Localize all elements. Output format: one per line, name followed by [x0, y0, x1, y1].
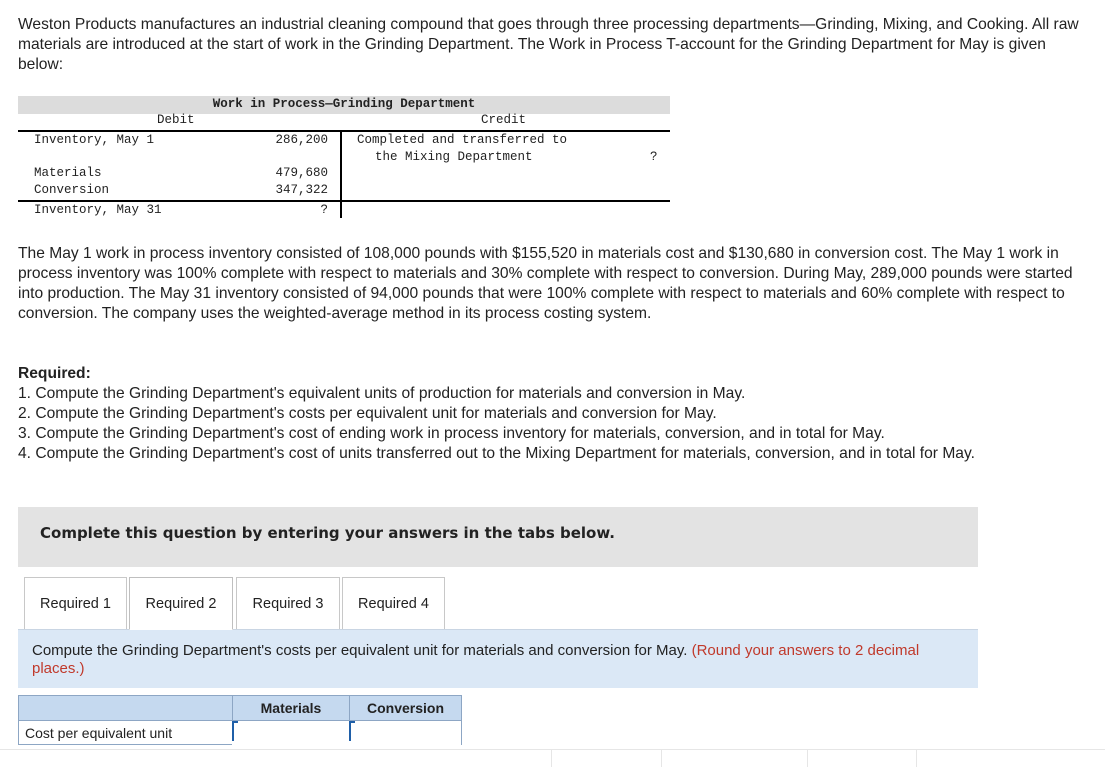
materials-cost-input[interactable] [234, 723, 349, 743]
panel-question: Compute the Grinding Department's costs … [32, 642, 688, 659]
debit-row-value: 479,680 [275, 166, 328, 180]
panel-instructions: Compute the Grinding Department's costs … [32, 642, 972, 678]
required-item: 3. Compute the Grinding Department's cos… [18, 425, 885, 442]
credit-value: ? [650, 150, 658, 164]
t-account-title: Work in Process—Grinding Department [212, 97, 476, 111]
cost-per-equivalent-unit-label: Cost per equivalent unit [18, 721, 233, 745]
materials-column-header: Materials [232, 695, 350, 721]
debit-row-value: 347,322 [275, 183, 328, 197]
description-paragraph: The May 1 work in process inventory cons… [18, 245, 1073, 322]
t-account-top-rule [18, 130, 670, 132]
instruction-text: Complete this question by entering your … [40, 524, 615, 542]
required-heading: Required: [18, 365, 91, 382]
debit-row-label: Conversion [34, 183, 110, 197]
debit-row-label: Inventory, May 1 [34, 133, 155, 147]
required-section: Required: 1. Compute the Grinding Depart… [18, 364, 1083, 464]
instruction-box: Complete this question by entering your … [18, 507, 978, 567]
tab-required-1[interactable]: Required 1 [24, 577, 127, 629]
materials-input-cell [232, 721, 350, 745]
t-account-balance-rule [18, 200, 670, 202]
bottom-divider [551, 750, 552, 767]
bottom-divider [916, 750, 917, 767]
bottom-divider [0, 749, 1105, 750]
intro-paragraph: Weston Products manufactures an industri… [18, 16, 1079, 73]
debit-row-value: 286,200 [275, 133, 328, 147]
debit-row-label: Materials [34, 166, 102, 180]
debit-row-value: ? [320, 203, 328, 217]
tab-required-4[interactable]: Required 4 [342, 577, 445, 629]
required-item: 4. Compute the Grinding Department's cos… [18, 445, 975, 462]
tab-panel: Compute the Grinding Department's costs … [18, 629, 978, 688]
t-account: Work in Process—Grinding Department Debi… [18, 96, 670, 220]
bottom-divider [807, 750, 808, 767]
credit-description-line2: the Mixing Department [375, 150, 533, 164]
bottom-divider [661, 750, 662, 767]
conversion-cost-input[interactable] [351, 723, 461, 743]
required-item: 2. Compute the Grinding Department's cos… [18, 405, 717, 422]
tab-required-3[interactable]: Required 3 [236, 577, 340, 629]
debit-row-label: Inventory, May 31 [34, 203, 162, 217]
tab-required-2[interactable]: Required 2 [129, 577, 233, 630]
debit-label: Debit [157, 113, 195, 127]
credit-label: Credit [481, 113, 527, 127]
t-account-center-rule [340, 130, 342, 218]
required-item: 1. Compute the Grinding Department's equ… [18, 385, 746, 402]
credit-description-line1: Completed and transferred to [357, 133, 568, 147]
conversion-column-header: Conversion [349, 695, 462, 721]
header-blank-cell [18, 695, 233, 721]
conversion-input-cell [349, 721, 462, 745]
